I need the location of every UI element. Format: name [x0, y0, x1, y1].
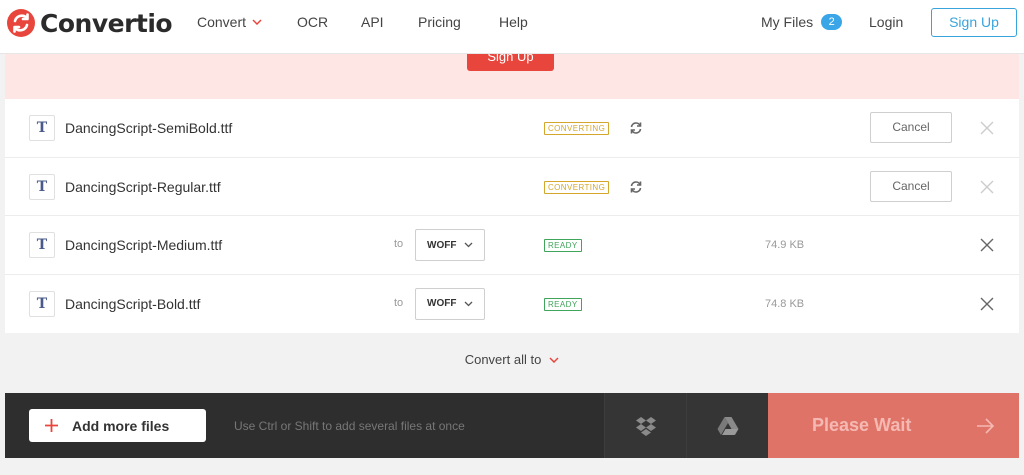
file-name: DancingScript-Bold.ttf [65, 295, 201, 312]
convert-all-dropdown[interactable]: Convert all to [0, 352, 1024, 367]
font-file-icon: T [29, 232, 55, 258]
multi-select-hint: Use Ctrl or Shift to add several files a… [234, 419, 465, 433]
convert-button[interactable]: Please Wait [768, 393, 1019, 458]
nav-api[interactable]: API [361, 14, 384, 30]
file-name: DancingScript-SemiBold.ttf [65, 120, 233, 136]
status-badge: READY [544, 297, 582, 311]
logo-text: Convertio [40, 8, 173, 38]
cancel-button[interactable]: Cancel [870, 170, 952, 202]
status-badge: CONVERTING [544, 122, 610, 135]
file-row: T DancingScript-SemiBold.ttf CONVERTING … [5, 99, 1019, 158]
chevron-down-icon [464, 242, 473, 248]
format-select-value: WOFF [427, 239, 457, 251]
banner-signup-button[interactable]: Sign Up [467, 54, 554, 71]
file-row: T DancingScript-Regular.ttf CONVERTING C… [5, 158, 1019, 216]
nav-login[interactable]: Login [869, 14, 903, 30]
my-files-label: My Files [761, 14, 814, 30]
file-list: T DancingScript-SemiBold.ttf CONVERTING … [5, 99, 1019, 333]
font-file-icon: T [29, 115, 55, 141]
dropbox-button[interactable] [604, 393, 686, 458]
top-header: Convertio Convert OCR API Pricing Help M… [0, 0, 1024, 54]
add-more-files-button[interactable]: Add more files [29, 409, 206, 442]
format-select[interactable]: WOFF [415, 229, 485, 261]
google-drive-icon [717, 416, 738, 435]
refresh-icon [630, 122, 642, 134]
file-size: 74.9 KB [765, 239, 805, 251]
plus-icon [45, 419, 58, 432]
nav-help[interactable]: Help [499, 14, 528, 30]
add-more-files-label: Add more files [72, 417, 170, 434]
nav-pricing[interactable]: Pricing [418, 14, 461, 30]
arrow-right-icon [977, 418, 995, 434]
logo[interactable]: Convertio [6, 8, 173, 38]
nav-convert-label: Convert [197, 14, 247, 30]
bottom-action-bar: Add more files Use Ctrl or Shift to add … [5, 393, 1019, 458]
to-label: to [394, 296, 404, 309]
cancel-button[interactable]: Cancel [870, 112, 952, 143]
chevron-down-icon [464, 301, 473, 306]
promo-banner: Sign Up [5, 54, 1019, 99]
google-drive-button[interactable] [686, 393, 768, 458]
convert-all-label: Convert all to [464, 352, 542, 367]
close-icon[interactable] [980, 180, 994, 194]
status-badge: CONVERTING [544, 180, 610, 194]
file-size: 74.8 KB [765, 297, 805, 310]
file-name: DancingScript-Regular.ttf [65, 178, 221, 195]
chevron-down-icon [252, 19, 262, 25]
close-icon[interactable] [980, 238, 994, 252]
my-files-count-badge: 2 [821, 14, 843, 30]
format-select[interactable]: WOFF [415, 287, 485, 320]
please-wait-label: Please Wait [812, 415, 912, 435]
nav-my-files[interactable]: My Files 2 [761, 14, 843, 30]
format-select-value: WOFF [427, 298, 457, 309]
file-row: T DancingScript-Bold.ttf to WOFF READY 7… [5, 275, 1019, 334]
convertio-logo-icon [7, 9, 35, 37]
nav-convert[interactable]: Convert [197, 14, 262, 30]
signup-button[interactable]: Sign Up [931, 8, 1017, 37]
file-name: DancingScript-Medium.ttf [65, 237, 223, 253]
file-row: T DancingScript-Medium.ttf to WOFF READY… [5, 216, 1019, 275]
font-file-icon: T [29, 173, 55, 200]
refresh-icon [630, 180, 642, 193]
to-label: to [394, 238, 404, 250]
chevron-down-icon [549, 356, 559, 363]
nav-ocr[interactable]: OCR [297, 14, 328, 30]
status-badge: READY [544, 239, 582, 252]
close-icon[interactable] [980, 121, 994, 135]
close-icon[interactable] [980, 297, 994, 311]
font-file-icon: T [29, 290, 55, 317]
dropbox-icon [635, 416, 656, 436]
